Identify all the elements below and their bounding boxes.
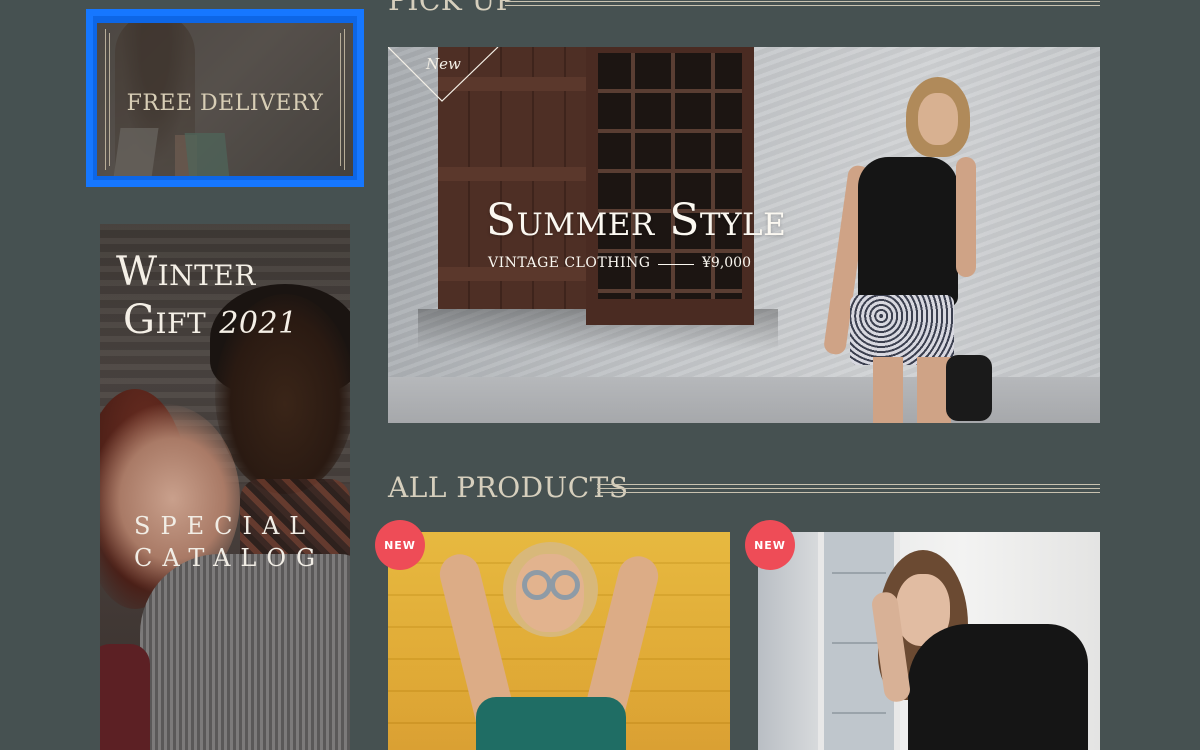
sunglasses-image [522, 570, 552, 600]
special-label: SPECIAL [134, 512, 316, 540]
window-image [586, 47, 754, 325]
product-card[interactable] [388, 532, 730, 750]
winter-gift-title: Winter Gift 2021 [116, 248, 298, 348]
pickup-heading: PICK UP [388, 0, 516, 17]
all-products-heading: ALL PRODUCTS [388, 471, 629, 504]
special-catalog-text: SPECIAL CATALOG [134, 510, 325, 574]
winter-title-year: 2021 [219, 306, 298, 341]
free-delivery-image: FREE DELIVERY [97, 23, 353, 176]
summer-price: ¥9,000 [702, 255, 751, 271]
price-divider [658, 264, 694, 265]
catalog-label: CATALOG [134, 544, 326, 572]
winter-title-line2: Gift [123, 297, 207, 343]
free-delivery-banner[interactable]: FREE DELIVERY [86, 9, 364, 187]
summer-subtitle: VINTAGE CLOTHING [488, 255, 651, 271]
winter-gift-banner[interactable]: Winter Gift 2021 SPECIAL CATALOG [100, 224, 350, 750]
new-badge: NEW [745, 520, 795, 570]
new-badge: NEW [375, 520, 425, 570]
product-card[interactable] [758, 532, 1100, 750]
summer-style-banner[interactable]: New Summer Style VINTAGE CLOTHING ¥9,000 [388, 47, 1100, 423]
summer-style-title: Summer Style [486, 195, 787, 246]
new-tag-label: New [426, 55, 461, 73]
pickup-divider [505, 1, 1100, 9]
winter-title-line1: Winter [116, 249, 256, 295]
all-products-divider [597, 484, 1100, 496]
free-delivery-text: FREE DELIVERY [126, 91, 324, 116]
